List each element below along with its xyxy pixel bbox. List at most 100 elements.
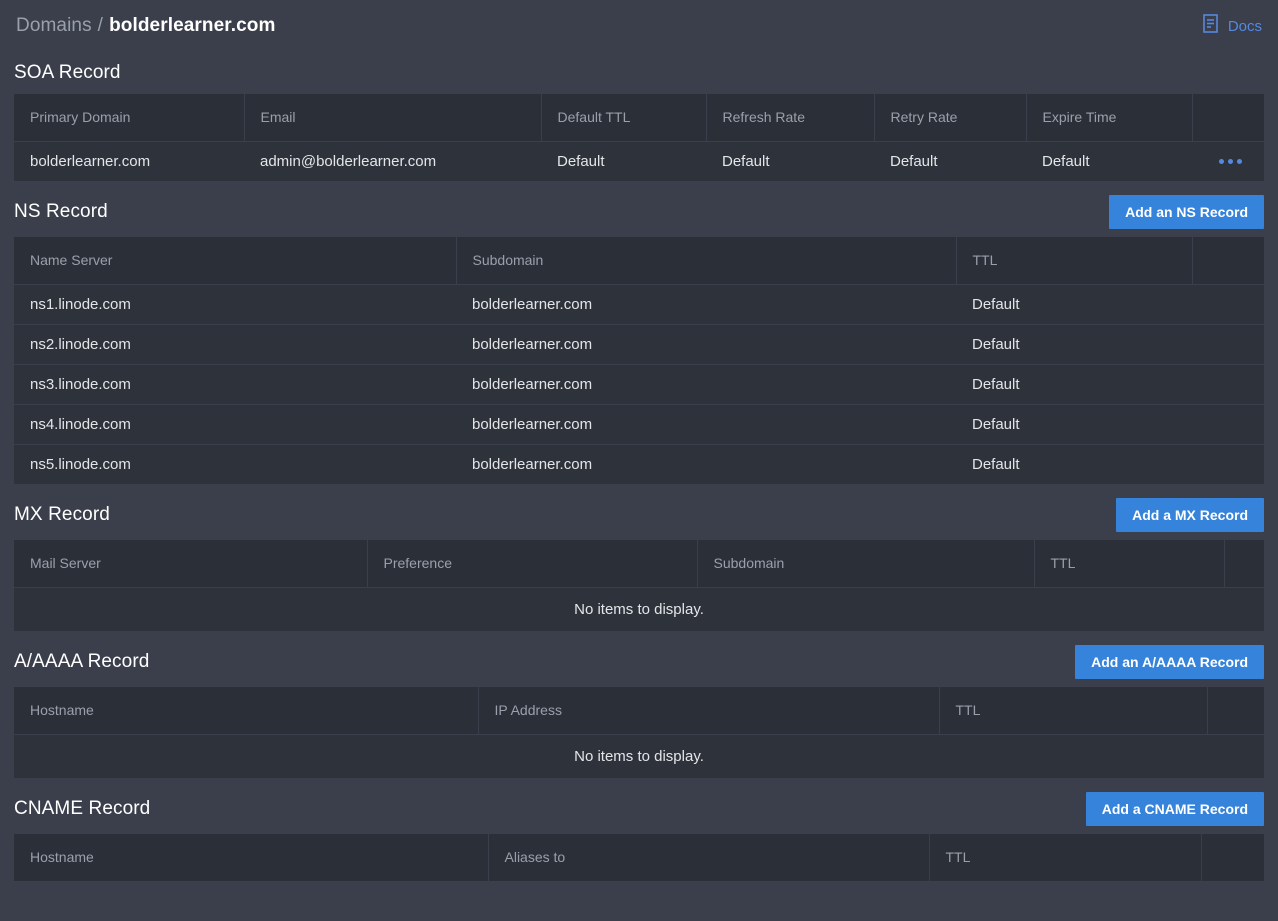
cname-col-hostname[interactable]: Hostname [14,834,489,882]
cname-section-header: CNAME Record Add a CNAME Record [14,784,1264,834]
ns-cell-name-server: ns2.linode.com [14,324,456,365]
ns-table-header-row: Name Server Subdomain TTL [14,237,1264,285]
soa-col-retry-rate[interactable]: Retry Rate [874,94,1027,142]
table-row: ns2.linode.com bolderlearner.com Default [14,324,1264,365]
section-cname-record: CNAME Record Add a CNAME Record Hostname… [14,784,1264,882]
a-aaaa-col-actions [1207,687,1264,735]
add-a-aaaa-record-button[interactable]: Add an A/AAAA Record [1075,645,1264,679]
soa-record-table: Primary Domain Email Default TTL Refresh… [14,94,1264,181]
cname-section-title: CNAME Record [14,798,151,819]
mx-section-header: MX Record Add a MX Record [14,490,1264,540]
soa-section-title: SOA Record [14,62,121,83]
mx-col-preference[interactable]: Preference [367,540,698,588]
breadcrumb: Domains / bolderlearner.com [16,15,276,37]
soa-cell-primary-domain: bolderlearner.com [30,152,151,170]
table-row: ns5.linode.com bolderlearner.com Default [14,444,1264,484]
ns-record-table: Name Server Subdomain TTL ns1.linode.com… [14,237,1264,484]
mx-col-actions [1224,540,1264,588]
ns-cell-actions [1192,284,1264,325]
ns-cell-subdomain: bolderlearner.com [456,404,956,445]
mx-record-table: Mail Server Preference Subdomain TTL No … [14,540,1264,631]
a-aaaa-table-header-row: Hostname IP Address TTL [14,687,1264,735]
document-icon [1203,14,1221,38]
ns-col-ttl[interactable]: TTL [956,237,1193,285]
breadcrumb-domains-link[interactable]: Domains [16,15,92,37]
a-aaaa-col-ip-address[interactable]: IP Address [478,687,940,735]
top-bar: Domains / bolderlearner.com Docs [14,0,1264,52]
mx-col-ttl[interactable]: TTL [1034,540,1225,588]
page-title: bolderlearner.com [109,15,276,36]
ns-cell-subdomain: bolderlearner.com [456,324,956,365]
ns-col-subdomain[interactable]: Subdomain [456,237,957,285]
table-row: ns3.linode.com bolderlearner.com Default [14,364,1264,405]
table-row: ns1.linode.com bolderlearner.com Default [14,284,1264,325]
ns-cell-actions [1192,444,1264,484]
ns-cell-ttl: Default [956,284,1192,325]
section-soa-record: SOA Record Primary Domain Email Default … [14,52,1264,181]
ns-section-title: NS Record [14,201,108,222]
domain-detail-page: Domains / bolderlearner.com Docs SOA Rec… [0,0,1278,921]
ns-cell-name-server: ns4.linode.com [14,404,456,445]
a-aaaa-col-hostname[interactable]: Hostname [14,687,479,735]
soa-col-refresh-rate[interactable]: Refresh Rate [706,94,875,142]
a-aaaa-empty-message: No items to display. [574,747,704,765]
kebab-menu-icon[interactable] [1219,159,1242,165]
ns-col-name-server[interactable]: Name Server [14,237,457,285]
table-row-empty: No items to display. [14,734,1264,778]
ns-cell-ttl: Default [956,324,1192,365]
a-aaaa-col-ttl[interactable]: TTL [939,687,1208,735]
ns-section-header: NS Record Add an NS Record [14,187,1264,237]
section-mx-record: MX Record Add a MX Record Mail Server Pr… [14,490,1264,631]
section-a-aaaa-record: A/AAAA Record Add an A/AAAA Record Hostn… [14,637,1264,778]
ns-cell-actions [1192,324,1264,365]
soa-col-actions [1192,94,1264,142]
soa-col-primary-domain[interactable]: Primary Domain [14,94,245,142]
docs-link[interactable]: Docs [1203,14,1262,38]
ns-cell-name-server: ns1.linode.com [14,284,456,325]
cname-col-actions [1201,834,1264,882]
soa-section-header: SOA Record [14,52,1264,94]
a-aaaa-section-header: A/AAAA Record Add an A/AAAA Record [14,637,1264,687]
soa-col-email[interactable]: Email [244,94,542,142]
soa-cell-default-ttl: Default [557,152,605,170]
ns-cell-subdomain: bolderlearner.com [456,284,956,325]
add-mx-record-button[interactable]: Add a MX Record [1116,498,1264,532]
ns-cell-ttl: Default [972,455,1020,473]
table-row-empty: No items to display. [14,587,1264,631]
cname-col-aliases-to[interactable]: Aliases to [488,834,930,882]
cname-table-header-row: Hostname Aliases to TTL [14,834,1264,882]
mx-empty-message: No items to display. [574,600,704,618]
mx-col-subdomain[interactable]: Subdomain [697,540,1035,588]
ns-cell-subdomain: bolderlearner.com [456,364,956,405]
ns-cell-actions [1192,364,1264,405]
table-row: ns4.linode.com bolderlearner.com Default [14,404,1264,445]
ns-cell-actions [1192,404,1264,445]
soa-cell-refresh-rate: Default [722,152,770,170]
soa-col-expire-time[interactable]: Expire Time [1026,94,1193,142]
soa-cell-email: admin@bolderlearner.com [260,152,437,170]
ns-cell-ttl: Default [956,404,1192,445]
soa-cell-retry-rate: Default [890,152,938,170]
table-row: bolderlearner.com admin@bolderlearner.co… [14,141,1264,181]
ns-cell-subdomain: bolderlearner.com [472,455,593,473]
ns-cell-name-server: ns3.linode.com [14,364,456,405]
mx-section-title: MX Record [14,504,110,525]
a-aaaa-record-table: Hostname IP Address TTL No items to disp… [14,687,1264,778]
docs-label: Docs [1227,17,1262,35]
cname-record-table: Hostname Aliases to TTL [14,834,1264,882]
soa-table-header-row: Primary Domain Email Default TTL Refresh… [14,94,1264,142]
cname-col-ttl[interactable]: TTL [929,834,1202,882]
section-ns-record: NS Record Add an NS Record Name Server S… [14,187,1264,484]
soa-cell-expire-time: Default [1042,152,1090,170]
soa-col-default-ttl[interactable]: Default TTL [541,94,707,142]
add-ns-record-button[interactable]: Add an NS Record [1109,195,1264,229]
add-cname-record-button[interactable]: Add a CNAME Record [1085,792,1264,826]
ns-cell-name-server: ns5.linode.com [30,455,131,473]
breadcrumb-separator: / [97,15,104,36]
a-aaaa-section-title: A/AAAA Record [14,651,150,672]
mx-table-header-row: Mail Server Preference Subdomain TTL [14,540,1264,588]
ns-cell-ttl: Default [956,364,1192,405]
ns-col-actions [1192,237,1264,285]
mx-col-mail-server[interactable]: Mail Server [14,540,368,588]
soa-cell-actions [1192,141,1264,181]
